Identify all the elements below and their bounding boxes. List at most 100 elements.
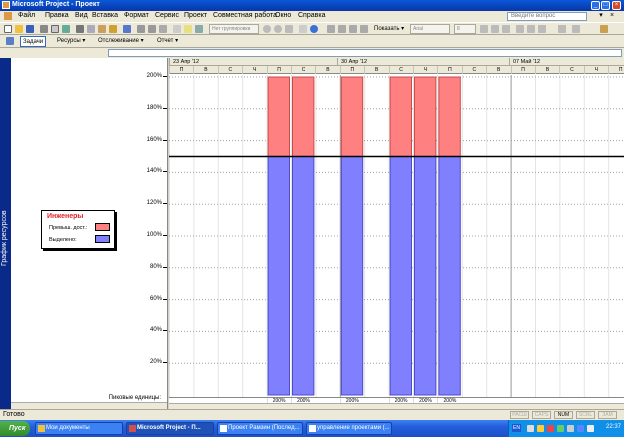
goto-icon[interactable] <box>285 25 293 33</box>
assign-icon[interactable] <box>195 25 203 33</box>
menu-edit[interactable]: Правка <box>45 12 69 19</box>
guide-icon[interactable] <box>6 37 14 45</box>
speaker-icon[interactable] <box>587 425 594 432</box>
align-center-icon[interactable] <box>527 25 535 33</box>
cut-icon[interactable] <box>76 25 84 33</box>
guide-toolbar: Задачи Ресурсы ▾ Отслеживание ▾ Отчет ▾ <box>0 35 624 48</box>
filter-icon[interactable] <box>558 25 566 33</box>
overallocated-bar <box>267 76 290 157</box>
save-icon[interactable] <box>26 25 34 33</box>
format-painter-icon[interactable] <box>109 25 117 33</box>
ask-question-input[interactable]: Введите вопрос <box>507 12 587 21</box>
spell-icon[interactable] <box>62 25 70 33</box>
taskbar-word-ramzin[interactable]: Проект Рамзин (Послед... <box>217 422 303 435</box>
zoom-in-icon[interactable] <box>263 25 271 33</box>
align-right-icon[interactable] <box>538 25 546 33</box>
tray-icon[interactable] <box>537 425 544 432</box>
menu-help[interactable]: Справка <box>298 12 325 19</box>
system-tray: EN 22:37 <box>508 420 624 437</box>
day-label: В <box>315 66 339 74</box>
copy-icon[interactable] <box>87 25 95 33</box>
font-size-combo[interactable]: 8 <box>454 24 476 34</box>
open-icon[interactable] <box>15 25 23 33</box>
tray-icon[interactable] <box>527 425 534 432</box>
minimize-button[interactable]: _ <box>591 1 600 10</box>
tracking-button[interactable]: Отслеживание ▾ <box>96 36 146 47</box>
plot-area <box>169 75 624 397</box>
word-icon <box>220 425 227 432</box>
tray-icon[interactable] <box>577 425 584 432</box>
resources-button[interactable]: Ресурсы ▾ <box>55 36 87 47</box>
view-bar: График ресурсов <box>0 58 11 409</box>
underline-icon[interactable] <box>502 25 510 33</box>
arrow-right-icon[interactable] <box>338 25 346 33</box>
indicator-num: NUM <box>554 411 573 419</box>
align-left-icon[interactable] <box>516 25 524 33</box>
split-icon[interactable] <box>159 25 167 33</box>
language-indicator[interactable]: EN <box>512 424 521 432</box>
mdi-restore-icon[interactable]: ▾ <box>597 12 605 20</box>
tray-icon[interactable] <box>567 425 574 432</box>
menu-tools[interactable]: Сервис <box>155 12 179 19</box>
tray-icon[interactable] <box>557 425 564 432</box>
legend-allocated-swatch <box>95 235 110 243</box>
unlink-icon[interactable] <box>148 25 156 33</box>
copy-picture-icon[interactable] <box>299 25 307 33</box>
mdi-close-icon[interactable]: × <box>608 12 616 20</box>
bars-svg <box>169 75 624 397</box>
font-combo[interactable]: Arial <box>410 24 450 34</box>
taskbar-ms-project[interactable]: Microsoft Project - П... <box>126 422 214 435</box>
day-label: П <box>510 66 535 74</box>
new-icon[interactable] <box>4 25 12 33</box>
indicator-caps: CAPS <box>532 411 551 419</box>
arrow-down-icon[interactable] <box>360 25 368 33</box>
menu-collaborate[interactable]: Совместная работа <box>213 12 277 19</box>
overallocated-bar <box>389 76 413 157</box>
italic-icon[interactable] <box>491 25 499 33</box>
day-label: С <box>559 66 583 74</box>
wizard-icon[interactable] <box>600 25 608 33</box>
taskbar-word-management[interactable]: управление проектами (... <box>306 422 392 435</box>
tasks-button[interactable]: Задачи <box>20 36 47 47</box>
menu-file[interactable]: Файл <box>18 12 35 19</box>
autofilter-icon[interactable] <box>572 25 580 33</box>
print-icon[interactable] <box>40 25 48 33</box>
task-info-icon[interactable] <box>173 25 181 33</box>
undo-icon[interactable] <box>123 25 131 33</box>
zoom-out-icon[interactable] <box>274 25 282 33</box>
arrow-up-icon[interactable] <box>349 25 357 33</box>
y-tick-label: 40% <box>149 327 168 334</box>
arrow-left-icon[interactable] <box>327 25 335 33</box>
menu-view[interactable]: Вид <box>75 12 88 19</box>
maximize-button[interactable]: □ <box>601 1 610 10</box>
week-label: 23 Апр '12 <box>169 58 199 66</box>
menu-window[interactable]: Окно <box>275 12 291 19</box>
entry-field[interactable] <box>108 49 622 57</box>
menu-project[interactable]: Проект <box>184 12 207 19</box>
help-icon[interactable] <box>310 25 318 33</box>
tray-icon[interactable] <box>547 425 554 432</box>
group-by-combo[interactable]: Нет группировки <box>209 24 259 34</box>
window-title: Microsoft Project - Проект <box>12 1 100 8</box>
link-icon[interactable] <box>137 25 145 33</box>
taskbar-my-documents[interactable]: Мои документы <box>35 422 123 435</box>
project-menu-icon[interactable] <box>4 12 12 20</box>
show-dropdown[interactable]: Показать ▾ <box>374 25 404 32</box>
day-label: П <box>266 66 291 74</box>
preview-icon[interactable] <box>51 25 59 33</box>
bold-icon[interactable] <box>480 25 488 33</box>
day-label: В <box>535 66 559 74</box>
report-button[interactable]: Отчет ▾ <box>155 36 180 47</box>
taskbar-label: Мои документы <box>46 425 90 431</box>
notes-icon[interactable] <box>184 25 192 33</box>
menu-format[interactable]: Формат <box>124 12 149 19</box>
close-button[interactable]: × <box>612 1 621 10</box>
start-button[interactable]: Пуск <box>0 421 30 436</box>
clock: 22:37 <box>605 424 621 430</box>
paste-icon[interactable] <box>98 25 106 33</box>
left-horizontal-scrollbar[interactable] <box>11 402 167 409</box>
day-label: С <box>461 66 486 74</box>
legend-allocated-label: Выделено: <box>49 237 77 243</box>
taskbar-label: Проект Рамзин (Послед... <box>228 425 300 431</box>
menu-insert[interactable]: Вставка <box>92 12 118 19</box>
